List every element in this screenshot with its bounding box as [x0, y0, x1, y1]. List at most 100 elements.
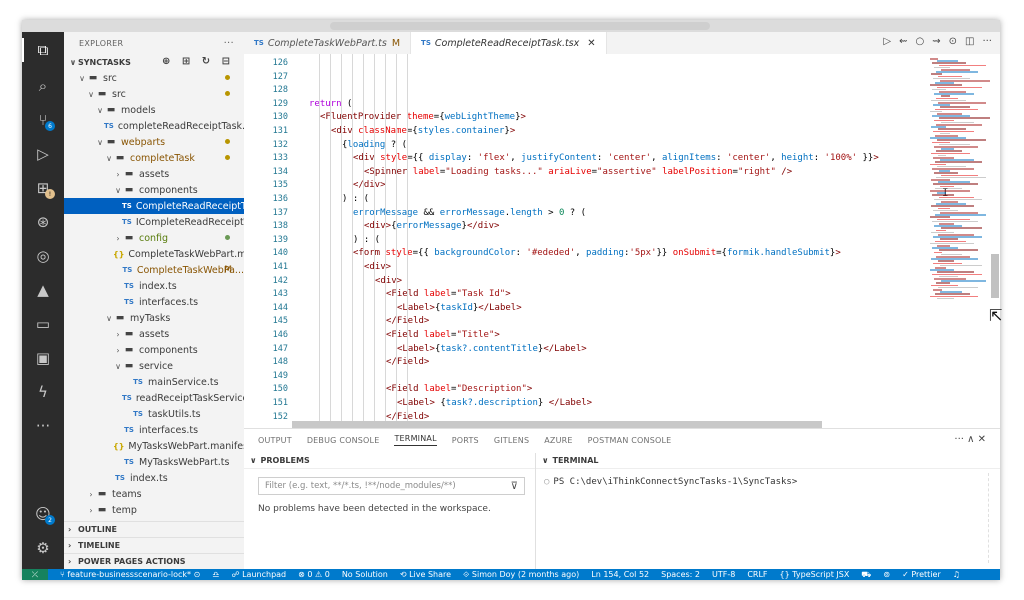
sidebar-section-power-pages-actions[interactable]: › POWER PAGES ACTIONS	[64, 553, 244, 569]
status-item[interactable]: ⟐ Simon Doy (2 months ago)	[463, 570, 579, 580]
remote-explorer-icon[interactable]: ▭	[31, 312, 55, 336]
status-item[interactable]: Spaces: 2	[661, 570, 700, 579]
panel-tab-postman-console[interactable]: POSTMAN CONSOLE	[588, 436, 672, 445]
minimap[interactable]	[930, 54, 990, 428]
panel-tab-output[interactable]: OUTPUT	[258, 436, 292, 445]
code-line[interactable]: 140 <form style={{ backgroundColor: '#ede…	[244, 246, 934, 260]
azure-icon[interactable]: ▲	[31, 278, 55, 302]
code-line[interactable]: 127	[244, 70, 934, 84]
filter-icon[interactable]: ⊽	[511, 481, 518, 492]
code-line[interactable]: 146 <Field label="Title">	[244, 328, 934, 342]
docker-icon[interactable]: ▣	[31, 346, 55, 370]
go-back-icon[interactable]: ⇜	[899, 36, 907, 47]
editor-tab[interactable]: TS CompleteReadReceiptTask.tsx ✕	[411, 32, 607, 54]
panel-tab-terminal[interactable]: TERMINAL	[394, 434, 437, 446]
tree-item[interactable]: TS completeReadReceiptTask.ts	[64, 118, 244, 134]
code-line[interactable]: 128	[244, 83, 934, 97]
circle-icon[interactable]: ○	[915, 36, 924, 47]
go-forward-icon[interactable]: ⇝	[932, 36, 940, 47]
accounts-icon[interactable]: ☺ 2	[31, 502, 55, 526]
tree-item[interactable]: TS MyTasksWebPart.ts	[64, 454, 244, 470]
more-icon[interactable]: ···	[31, 414, 55, 438]
tree-item[interactable]: › ▬ teams	[64, 486, 244, 502]
status-item[interactable]: ⟲ Live Share	[400, 570, 451, 579]
settings-icon[interactable]: ⚙	[31, 536, 55, 560]
terminal-view[interactable]: ∨ TERMINAL ○ PS C:\dev\iThinkConnectSyncTa…	[536, 453, 1000, 570]
status-item[interactable]: ⊚	[883, 570, 890, 579]
tree-item[interactable]: ∨ ▬ src	[64, 86, 244, 102]
code-line[interactable]: 141 <div>	[244, 260, 934, 274]
code-line[interactable]: 132 {loading ? (	[244, 138, 934, 152]
terminal-scrollbar[interactable]	[988, 473, 992, 563]
tree-item[interactable]: TS index.ts	[64, 470, 244, 486]
terminal-prompt[interactable]: ○ PS C:\dev\iThinkConnectSyncTasks-1\Sync…	[544, 477, 1000, 487]
status-item[interactable]: ♫	[953, 570, 960, 579]
run-debug-icon[interactable]: ▷	[31, 142, 55, 166]
code-line[interactable]: 147 <Label>{task?.contentTitle}</Label>	[244, 342, 934, 356]
code-line[interactable]: 126	[244, 56, 934, 70]
run-icon[interactable]: ▷	[883, 36, 891, 47]
status-item[interactable]: CRLF	[747, 570, 767, 579]
files-icon[interactable]: ⧉	[22, 38, 55, 62]
horizontal-scrollbar[interactable]	[292, 421, 822, 428]
code-line[interactable]: 151 <Label> {task?.description} </Label>	[244, 396, 934, 410]
copilot-icon[interactable]: ⊙	[949, 36, 957, 47]
status-item[interactable]: Ln 154, Col 52	[591, 570, 649, 579]
split-editor-icon[interactable]: ◫	[965, 36, 974, 47]
command-center[interactable]	[330, 22, 710, 30]
status-item[interactable]: ☍ Launchpad	[231, 570, 286, 579]
status-item[interactable]: ⑂ feature-businessscenario-lock* ⊙	[60, 570, 200, 579]
code-line[interactable]: 134 <Spinner label="Loading tasks..." ari…	[244, 165, 934, 179]
code-line[interactable]: 130 <FluentProvider theme={webLightTheme}…	[244, 110, 934, 124]
tree-item[interactable]: ∨ ▬ webparts	[64, 134, 244, 150]
code-line[interactable]: 145 </Field>	[244, 314, 934, 328]
tree-item[interactable]: TSICompleteReadReceiptTa...	[64, 214, 244, 230]
tree-item[interactable]: › ▬ temp	[64, 502, 244, 518]
status-item[interactable]: ✓ Prettier	[902, 570, 941, 579]
status-item[interactable]: ♎	[212, 570, 219, 579]
search-icon[interactable]: ⌕	[31, 74, 55, 98]
explorer-root[interactable]: ∨ SYNCTASKS ⊕ ⊞ ↻ ⊟	[64, 54, 244, 70]
tree-item[interactable]: TS taskUtils.ts	[64, 406, 244, 422]
code-line[interactable]: 149	[244, 369, 934, 383]
tree-item[interactable]: › ▬ assets	[64, 326, 244, 342]
tree-item[interactable]: {}CompleteTaskWebPart.ma...	[64, 246, 244, 262]
tree-item[interactable]: ∨ ▬ src	[64, 70, 244, 86]
code-editor[interactable]: 126 127 128 129 return (130 <FluentProvider t…	[244, 54, 1000, 428]
panel-tab-debug-console[interactable]: DEBUG CONSOLE	[307, 436, 380, 445]
tree-item[interactable]: ∨ ▬ myTasks	[64, 310, 244, 326]
tree-item[interactable]: › ▬ components	[64, 342, 244, 358]
tree-item[interactable]: TSreadReceiptTaskService.ts	[64, 390, 244, 406]
problems-header[interactable]: ∨ PROBLEMS	[244, 453, 535, 469]
tree-item[interactable]: ∨ ▬ service	[64, 358, 244, 374]
code-line[interactable]: 135 </div>	[244, 178, 934, 192]
code-line[interactable]: 142 <div>	[244, 274, 934, 288]
tree-item[interactable]: ∨ ▬ completeTask	[64, 150, 244, 166]
tree-item[interactable]: ∨ ▬ components	[64, 182, 244, 198]
vertical-scrollbar[interactable]	[991, 254, 999, 298]
code-line[interactable]: 148 </Field>	[244, 355, 934, 369]
source-control-icon[interactable]: ⑂ 6	[31, 108, 55, 132]
status-item[interactable]: ⊗ 0 ⚠ 0	[298, 570, 330, 579]
code-line[interactable]: 144 <Label>{taskId}</Label>	[244, 301, 934, 315]
code-line[interactable]: 137 errorMessage && errorMessage.length >…	[244, 206, 934, 220]
code-line[interactable]: 143 <Field label="Task Id">	[244, 287, 934, 301]
tree-item[interactable]: › ▬ assets	[64, 166, 244, 182]
sidebar-section-timeline[interactable]: › TIMELINE	[64, 537, 244, 553]
code-line[interactable]: 150 <Field label="Description">	[244, 382, 934, 396]
tree-item[interactable]: TS CompleteTaskWebPa... M	[64, 262, 244, 278]
code-line[interactable]: 138 <div>{errorMessage}</div>	[244, 219, 934, 233]
tree-item[interactable]: TS mainService.ts	[64, 374, 244, 390]
tree-item[interactable]: › ▬ config	[64, 230, 244, 246]
extensions-icon[interactable]: ⊞!	[31, 176, 55, 200]
close-icon[interactable]: ✕	[587, 38, 595, 49]
code-line[interactable]: 136) : (	[244, 192, 934, 206]
status-item[interactable]: ⛟	[861, 570, 871, 580]
status-item[interactable]: UTF-8	[712, 570, 735, 579]
tree-item[interactable]: TS interfaces.ts	[64, 422, 244, 438]
remote-indicator[interactable]: ⤫	[22, 569, 48, 580]
root-actions-icons[interactable]: ⊕ ⊞ ↻ ⊟	[162, 56, 234, 67]
code-line[interactable]: 129 return (	[244, 97, 934, 111]
tree-item[interactable]: ∨ ▬ models	[64, 102, 244, 118]
explorer-more-icon[interactable]: ···	[224, 38, 234, 49]
